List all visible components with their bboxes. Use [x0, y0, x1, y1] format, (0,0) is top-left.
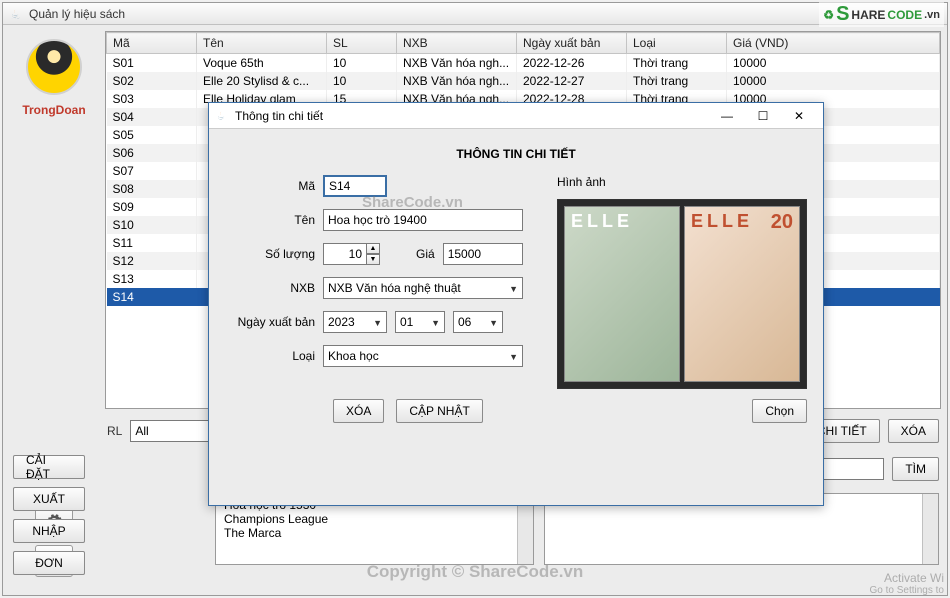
magazine-cover-2: ELLE 20 [684, 206, 800, 382]
column-header[interactable]: NXB [397, 33, 517, 54]
dialog-window-title: Thông tin chi tiết [235, 109, 323, 123]
spin-down-icon[interactable]: ▼ [366, 254, 380, 265]
java-icon [9, 7, 23, 21]
username: TrongDoan [22, 103, 85, 117]
main-titlebar: Quản lý hiệu sách [3, 3, 947, 25]
rl-label: RL [107, 424, 122, 438]
java-icon [215, 109, 229, 123]
minimize-button[interactable]: — [709, 104, 745, 128]
column-header[interactable]: Loại [627, 33, 727, 54]
spin-up-icon[interactable]: ▲ [366, 243, 380, 254]
gia-label: Giá [416, 247, 435, 261]
caidat-button[interactable]: CẢI ĐẶT [13, 455, 85, 479]
watermark-bottom: Copyright © ShareCode.vn [0, 562, 950, 582]
gia-input[interactable] [443, 243, 523, 265]
column-header[interactable]: Mã [107, 33, 197, 54]
ten-input[interactable] [323, 209, 523, 231]
xuat-button[interactable]: XUẤT [13, 487, 85, 511]
column-header[interactable]: Tên [197, 33, 327, 54]
sl-spinner[interactable]: ▲▼ [323, 243, 380, 265]
dialog-titlebar: Thông tin chi tiết — ☐ ✕ [209, 103, 823, 129]
tim-button[interactable]: TÌM [892, 457, 939, 481]
month-combo[interactable]: 01 [395, 311, 445, 333]
dialog-xoa-button[interactable]: XÓA [333, 399, 384, 423]
nhap-button[interactable]: NHẬP [13, 519, 85, 543]
detail-dialog: Thông tin chi tiết — ☐ ✕ THÔNG TIN CHI T… [208, 102, 824, 506]
year-combo[interactable]: 2023 [323, 311, 387, 333]
day-combo[interactable]: 06 [453, 311, 503, 333]
avatar [26, 39, 82, 95]
loai-label: Loại [225, 349, 315, 363]
dialog-chon-button[interactable]: Chọn [752, 399, 807, 423]
column-header[interactable]: Giá (VND) [727, 33, 940, 54]
ma-label: Mã [225, 179, 315, 193]
recycle-icon: ♻ [823, 8, 834, 22]
xoa-button[interactable]: XÓA [888, 419, 939, 443]
chevron-down-icon [509, 349, 518, 363]
table-row[interactable]: S02Elle 20 Stylisd & c...10NXB Văn hóa n… [107, 72, 940, 90]
hinh-label: Hình ảnh [557, 175, 807, 189]
watermark-center: ShareCode.vn [362, 194, 463, 211]
image-preview: ELLE ELLE 20 [557, 199, 807, 389]
chevron-down-icon [431, 315, 440, 329]
nxb-label: NXB [225, 281, 315, 295]
main-title: Quản lý hiệu sách [29, 7, 125, 21]
dialog-title: THÔNG TIN CHI TIẾT [225, 139, 807, 175]
ngay-label: Ngày xuất bản [225, 315, 315, 329]
sl-label: Số lượng [225, 247, 315, 261]
magazine-cover-1: ELLE [564, 206, 680, 382]
nxb-combo[interactable]: NXB Văn hóa nghệ thuật [323, 277, 523, 299]
dialog-capnhat-button[interactable]: CẬP NHẬT [396, 399, 482, 423]
scrollbar[interactable] [922, 494, 938, 564]
column-header[interactable]: SL [327, 33, 397, 54]
chevron-down-icon [509, 281, 518, 295]
chevron-down-icon [373, 315, 382, 329]
maximize-button[interactable]: ☐ [745, 104, 781, 128]
sidebar: TrongDoan CẢI ĐẶT XUẤT NHẬP ĐƠN [9, 31, 99, 589]
loai-combo[interactable]: Khoa học [323, 345, 523, 367]
chevron-down-icon [489, 315, 498, 329]
table-row[interactable]: S01Voque 65th10NXB Văn hóa ngh...2022-12… [107, 54, 940, 73]
ten-label: Tên [225, 213, 315, 227]
watermark-logo: ♻ SHARECODE.vn [819, 2, 944, 27]
column-header[interactable]: Ngày xuất bản [517, 33, 627, 54]
close-button[interactable]: ✕ [781, 104, 817, 128]
